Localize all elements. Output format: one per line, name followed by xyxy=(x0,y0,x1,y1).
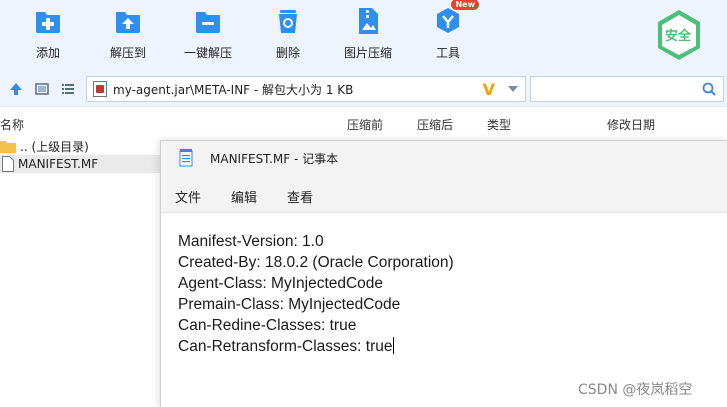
tools-icon: New xyxy=(433,0,479,36)
one-click-extract-icon xyxy=(193,6,223,36)
delete-label: 删除 xyxy=(275,46,300,60)
list-item-parent-dir[interactable]: .. (上级目录) xyxy=(0,137,160,155)
notepad-title: MANIFEST.MF - 记事本 xyxy=(210,152,339,166)
file-list-header: 名称 压缩前 压缩后 类型 修改日期 xyxy=(0,110,727,136)
search-input[interactable] xyxy=(530,76,724,102)
column-name[interactable]: 名称 xyxy=(0,116,24,133)
text-line: Manifest-Version: 1.0 xyxy=(178,233,324,250)
list-item-label: MANIFEST.MF xyxy=(18,157,99,171)
delete-button[interactable]: 删除 xyxy=(250,6,326,66)
notepad-title-bar[interactable]: MANIFEST.MF - 记事本 xyxy=(161,141,727,175)
delete-icon xyxy=(273,6,303,36)
add-button[interactable]: 添加 xyxy=(10,6,86,66)
list-item-label: .. (上级目录) xyxy=(20,139,89,154)
text-line: Premain-Class: MyInjectedCode xyxy=(178,296,401,313)
address-bar[interactable]: my-agent.jar\META-INF - 解包大小为 1 KB V xyxy=(86,76,526,102)
one-click-extract-button[interactable]: 一键解压 xyxy=(170,6,246,66)
text-line: Created-By: 18.0.2 (Oracle Corporation) xyxy=(178,254,454,271)
brand-v-icon: V xyxy=(482,80,495,99)
thumbnail-view-icon[interactable] xyxy=(34,81,50,97)
menu-view[interactable]: 查看 xyxy=(287,187,313,206)
one-click-extract-label: 一键解压 xyxy=(183,46,232,60)
notepad-menu-bar: 文件 编辑 查看 xyxy=(161,175,727,213)
menu-file[interactable]: 文件 xyxy=(175,187,201,206)
safe-shield-badge[interactable]: 安全 xyxy=(654,8,704,62)
add-icon xyxy=(33,6,63,36)
address-row: my-agent.jar\META-INF - 解包大小为 1 KB V xyxy=(0,72,727,107)
menu-edit[interactable]: 编辑 xyxy=(231,187,257,206)
archive-toolbar: 添加 解压到 一键解压 删除 图片压缩 New 工具 安全 xyxy=(0,0,727,72)
text-line-last: Can-Retransform-Classes: true xyxy=(178,336,698,357)
notepad-window: MANIFEST.MF - 记事本 文件 编辑 查看 Manifest-Vers… xyxy=(160,140,727,407)
column-size-before[interactable]: 压缩前 xyxy=(347,116,383,133)
add-label: 添加 xyxy=(35,46,60,60)
text-line: Agent-Class: MyInjectedCode xyxy=(178,275,384,292)
folder-icon xyxy=(0,141,16,153)
list-item-manifest[interactable]: MANIFEST.MF xyxy=(0,155,160,173)
file-icon xyxy=(2,156,14,172)
text-line: Can-Redine-Classes: true xyxy=(178,317,357,334)
jar-file-icon xyxy=(93,81,107,97)
text-line: Can-Retransform-Classes: true xyxy=(178,338,393,355)
extract-to-button[interactable]: 解压到 xyxy=(90,6,166,66)
screen: 添加 解压到 一键解压 删除 图片压缩 New 工具 安全 my-agent.j… xyxy=(0,0,727,407)
search-icon[interactable] xyxy=(701,81,717,97)
address-path: my-agent.jar\META-INF - 解包大小为 1 KB xyxy=(113,82,354,97)
up-arrow-icon[interactable] xyxy=(8,81,24,97)
watermark: CSDN @夜岚稻空 xyxy=(578,382,693,398)
column-modified[interactable]: 修改日期 xyxy=(607,116,655,133)
tools-label: 工具 xyxy=(435,46,460,60)
chevron-down-icon[interactable] xyxy=(508,86,518,92)
list-view-icon[interactable] xyxy=(60,81,76,97)
column-size-after[interactable]: 压缩后 xyxy=(417,116,453,133)
text-caret xyxy=(393,337,395,354)
notepad-text-area[interactable]: Manifest-Version: 1.0 Created-By: 18.0.2… xyxy=(178,231,698,357)
tools-button[interactable]: New 工具 xyxy=(410,0,486,66)
image-compress-icon xyxy=(353,6,383,36)
notepad-icon xyxy=(179,149,193,167)
extract-to-label: 解压到 xyxy=(109,46,146,60)
extract-to-icon xyxy=(113,6,143,36)
image-compress-button[interactable]: 图片压缩 xyxy=(330,6,406,66)
safe-label: 安全 xyxy=(665,29,692,44)
column-type[interactable]: 类型 xyxy=(487,116,511,133)
new-badge: New xyxy=(451,0,479,10)
image-compress-label: 图片压缩 xyxy=(343,46,392,60)
